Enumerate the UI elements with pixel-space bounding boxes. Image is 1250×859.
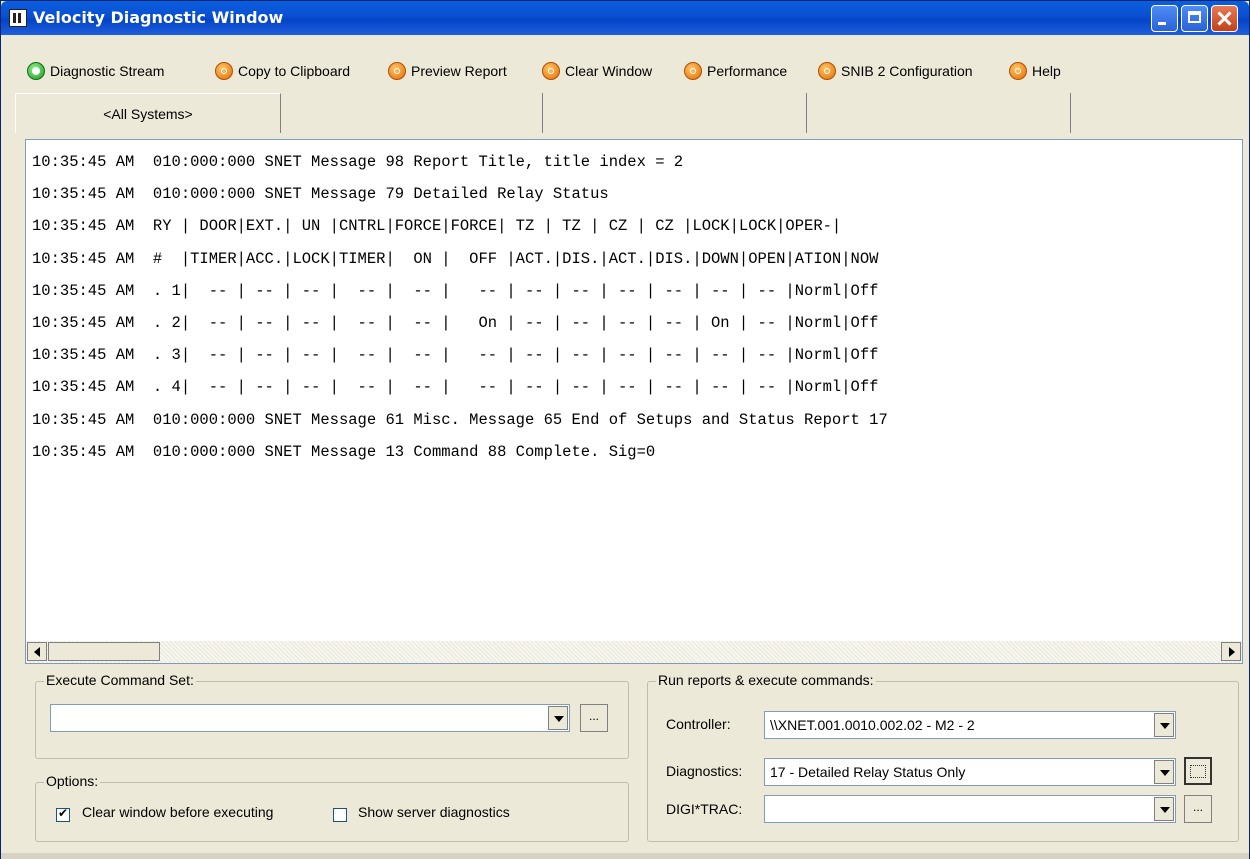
diagnostics-label: Diagnostics: [666, 763, 743, 779]
tab-2[interactable] [281, 93, 543, 133]
copy-to-clipboard-button[interactable]: Copy to Clipboard [215, 59, 350, 83]
controller-label: Controller: [666, 716, 731, 732]
diagnostics-value: 17 - Detailed Relay Status Only [770, 764, 966, 780]
help-icon [1009, 62, 1027, 80]
preview-report-button[interactable]: Preview Report [388, 59, 507, 83]
log-line: 10:35:45 AM 010:000:000 SNET Message 79 … [32, 185, 609, 204]
controller-select[interactable]: \\XNET.001.0010.002.02 - M2 - 2 [764, 711, 1176, 739]
tab-all-systems[interactable]: <All Systems> [15, 93, 281, 133]
clear-icon [542, 62, 560, 80]
show-server-option-label: Show server diagnostics [358, 804, 510, 820]
diagnostic-stream-label: Diagnostic Stream [50, 63, 165, 79]
execute-command-group: Execute Command Set: ... [35, 672, 629, 759]
performance-button[interactable]: Performance [684, 59, 787, 83]
log-line: 10:35:45 AM # |TIMER|ACC.|LOCK|TIMER| ON… [32, 249, 879, 268]
tab-3[interactable] [543, 93, 807, 133]
controller-value: \\XNET.001.0010.002.02 - M2 - 2 [770, 717, 975, 733]
diagnostic-stream-button[interactable]: Diagnostic Stream [27, 59, 164, 83]
clear-window-label: Clear Window [565, 63, 653, 79]
window-bottom-edge [1, 853, 1249, 859]
snib-configuration-button[interactable]: SNIB 2 Configuration [818, 59, 973, 83]
close-button[interactable] [1211, 5, 1238, 32]
diagnostic-stream-icon [27, 62, 45, 80]
run-reports-group: Run reports & execute commands: Controll… [647, 672, 1239, 842]
command-set-select[interactable] [50, 704, 570, 732]
chevron-down-icon[interactable] [1154, 797, 1174, 821]
preview-icon [388, 62, 406, 80]
execute-command-label: Execute Command Set: [44, 672, 196, 688]
app-icon [9, 9, 27, 27]
options-group: Options: Clear window before executing S… [35, 773, 629, 842]
diagnostic-log[interactable]: 10:35:45 AM 010:000:000 SNET Message 98 … [25, 139, 1243, 664]
scroll-left-icon[interactable] [27, 642, 47, 661]
chevron-down-icon[interactable] [548, 706, 568, 730]
title-bar[interactable]: Velocity Diagnostic Window [1, 1, 1249, 35]
preview-report-label: Preview Report [411, 63, 507, 79]
options-icon [1190, 765, 1206, 778]
log-line: 10:35:45 AM . 3| -- | -- | -- | -- | -- … [32, 346, 879, 365]
digitrac-select[interactable] [764, 795, 1176, 823]
digitrac-label: DIGI*TRAC: [666, 801, 743, 817]
horizontal-scrollbar[interactable] [26, 641, 1242, 663]
show-server-checkbox[interactable] [333, 808, 347, 822]
snib-config-icon [818, 62, 836, 80]
command-set-browse-button[interactable]: ... [580, 704, 608, 732]
scroll-right-icon[interactable] [1221, 642, 1241, 661]
help-button[interactable]: Help [1009, 59, 1061, 83]
chevron-down-icon[interactable] [1154, 760, 1174, 784]
scroll-thumb[interactable] [48, 642, 160, 661]
performance-icon [684, 62, 702, 80]
options-label: Options: [44, 773, 101, 789]
diagnostics-options-button[interactable] [1184, 757, 1212, 785]
toolbar: Diagnostic Stream Copy to Clipboard Prev… [1, 57, 1249, 85]
clear-window-button[interactable]: Clear Window [542, 59, 652, 83]
diagnostics-select[interactable]: 17 - Detailed Relay Status Only [764, 758, 1176, 786]
window-title: Velocity Diagnostic Window [33, 8, 284, 27]
performance-label: Performance [707, 63, 788, 79]
clear-window-option-label: Clear window before executing [82, 804, 274, 820]
system-tabs: <All Systems> [15, 93, 1075, 133]
copy-icon [215, 62, 233, 80]
clear-window-checkbox[interactable] [56, 806, 70, 822]
log-line: 10:35:45 AM 010:000:000 SNET Message 98 … [32, 153, 684, 171]
chevron-down-icon[interactable] [1154, 713, 1174, 737]
snib-configuration-label: SNIB 2 Configuration [841, 63, 973, 79]
log-line: 10:35:45 AM . 4| -- | -- | -- | -- | -- … [32, 378, 879, 397]
maximize-button[interactable] [1181, 5, 1208, 32]
tab-4[interactable] [807, 93, 1071, 133]
digitrac-browse-button[interactable]: ... [1184, 795, 1212, 823]
log-line: 10:35:45 AM 010:000:000 SNET Message 13 … [32, 442, 656, 461]
minimize-button[interactable] [1151, 5, 1178, 32]
help-label: Help [1032, 63, 1061, 79]
copy-to-clipboard-label: Copy to Clipboard [238, 63, 351, 79]
log-lines: 10:35:45 AM 010:000:000 SNET Message 98 … [32, 146, 888, 468]
log-line: 10:35:45 AM 010:000:000 SNET Message 61 … [32, 410, 888, 429]
log-line: 10:35:45 AM . 1| -- | -- | -- | -- | -- … [32, 281, 879, 300]
log-line: 10:35:45 AM RY | DOOR|EXT.| UN |CNTRL|FO… [32, 217, 842, 236]
diagnostic-window: Velocity Diagnostic Window Diagnostic St… [0, 0, 1250, 859]
run-reports-label: Run reports & execute commands: [656, 672, 876, 688]
log-line: 10:35:45 AM . 2| -- | -- | -- | -- | -- … [32, 313, 879, 332]
